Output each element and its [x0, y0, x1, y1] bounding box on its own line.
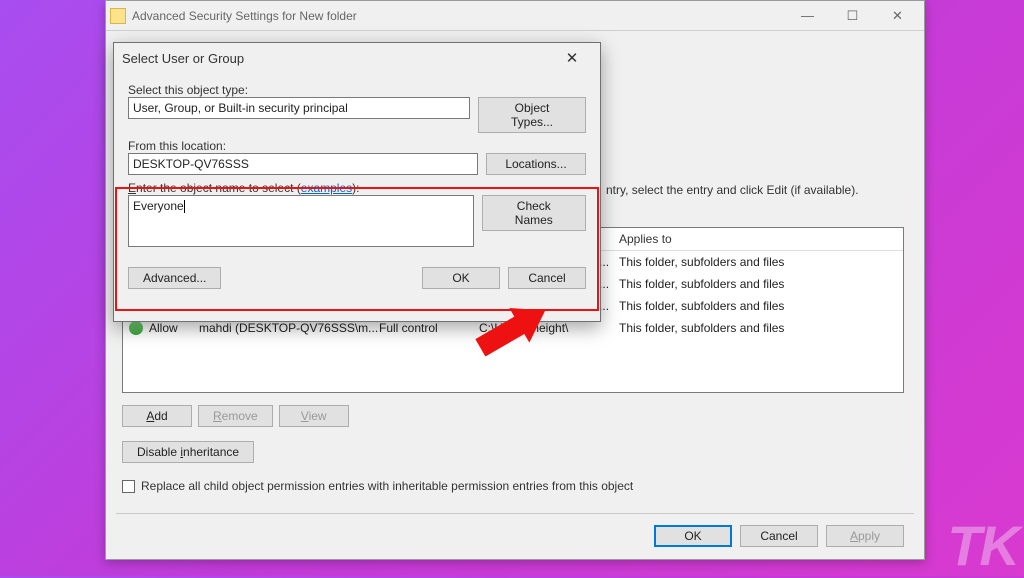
child-body: Select this object type: User, Group, or…: [114, 73, 600, 299]
parent-ok-button[interactable]: OK: [654, 525, 732, 547]
from-location-label: From this location:: [128, 139, 586, 153]
cell-applies: This folder, subfolders and files: [619, 321, 897, 335]
remove-button: Remove: [198, 405, 273, 427]
permission-action-row: Add Remove View: [122, 405, 349, 427]
cell-principal: mahdi (DESKTOP-QV76SSS\m...: [199, 321, 379, 335]
select-user-dialog: Select User or Group ✕ Select this objec…: [113, 42, 601, 322]
edit-instruction-text: ntry, select the entry and click Edit (i…: [606, 183, 859, 197]
add-button[interactable]: Add: [122, 405, 192, 427]
disable-inheritance-row: Disable inheritance: [122, 441, 254, 463]
person-icon: [129, 321, 143, 335]
locations-button[interactable]: Locations...: [486, 153, 586, 175]
parent-close-button[interactable]: ✕: [875, 2, 920, 30]
check-names-button[interactable]: Check Names: [482, 195, 586, 231]
replace-children-row: Replace all child object permission entr…: [122, 479, 633, 493]
annotation-arrow-icon: [432, 298, 562, 378]
cell-applies: This folder, subfolders and files: [619, 277, 897, 291]
object-types-button[interactable]: Object Types...: [478, 97, 586, 133]
view-button: View: [279, 405, 349, 427]
object-type-field: User, Group, or Built-in security princi…: [128, 97, 470, 119]
parent-footer-buttons: OK Cancel Apply: [654, 525, 904, 547]
child-titlebar: Select User or Group ✕: [114, 43, 600, 73]
col-header-applies: Applies to: [619, 232, 897, 246]
object-name-input[interactable]: Everyone: [128, 195, 474, 247]
minimize-button[interactable]: —: [785, 2, 830, 30]
folder-icon: [110, 8, 126, 24]
child-close-button[interactable]: ✕: [552, 49, 592, 67]
child-ok-button[interactable]: OK: [422, 267, 500, 289]
parent-cancel-button[interactable]: Cancel: [740, 525, 818, 547]
parent-titlebar: Advanced Security Settings for New folde…: [106, 1, 924, 31]
watermark-text: TK: [947, 513, 1018, 578]
footer-separator: [116, 513, 914, 514]
replace-children-checkbox[interactable]: [122, 480, 135, 493]
enter-name-label: Enter the object name to select (example…: [128, 181, 586, 195]
replace-children-label: Replace all child object permission entr…: [141, 479, 633, 493]
child-title: Select User or Group: [122, 51, 244, 66]
cell-type: Allow: [149, 321, 178, 335]
text-caret: [184, 200, 185, 213]
parent-apply-button: Apply: [826, 525, 904, 547]
disable-inheritance-button[interactable]: Disable inheritance: [122, 441, 254, 463]
cell-applies: This folder, subfolders and files: [619, 255, 897, 269]
cell-applies: This folder, subfolders and files: [619, 299, 897, 313]
parent-window-title: Advanced Security Settings for New folde…: [132, 9, 357, 23]
child-cancel-button[interactable]: Cancel: [508, 267, 586, 289]
maximize-button[interactable]: ☐: [830, 2, 875, 30]
examples-link[interactable]: examples: [301, 181, 352, 195]
advanced-button[interactable]: Advanced...: [128, 267, 221, 289]
object-type-label: Select this object type:: [128, 83, 586, 97]
location-field: DESKTOP-QV76SSS: [128, 153, 478, 175]
